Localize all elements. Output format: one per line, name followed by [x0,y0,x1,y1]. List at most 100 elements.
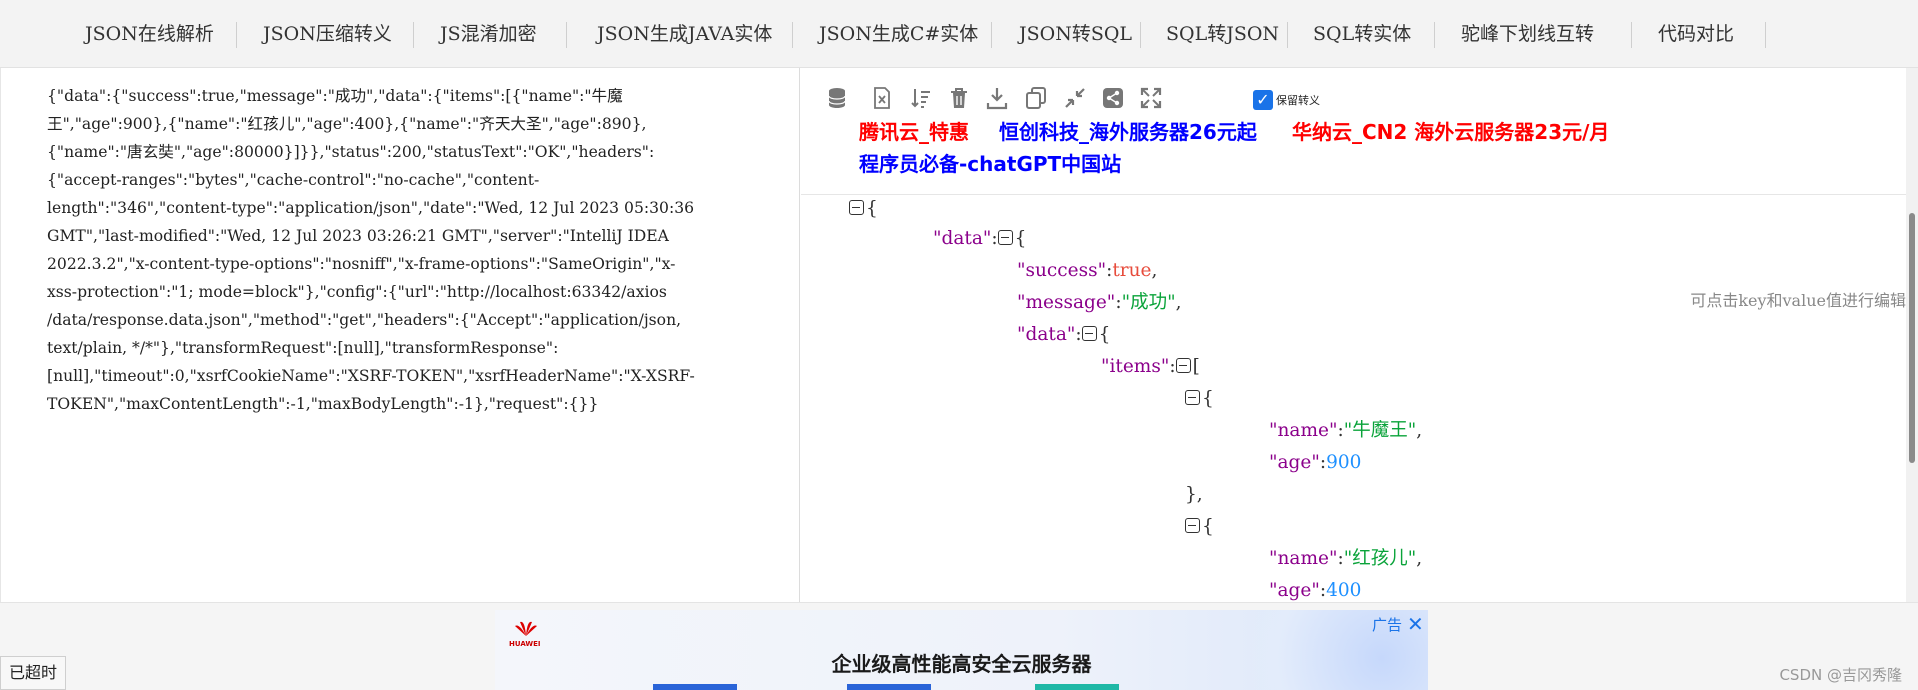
json-input-panel[interactable]: {"data":{"success":true,"message":"成功","… [0,68,800,602]
json-value[interactable]: 400 [1326,580,1361,601]
json-key[interactable]: "name" [1269,420,1337,441]
nav-separator [566,22,567,48]
json-value[interactable]: "牛魔王" [1344,420,1417,441]
banner-headline: 企业级高性能高安全云服务器 [831,652,1092,676]
keep-escape-checkbox[interactable]: ✓ 保留转义 [1253,90,1320,110]
nav-separator [1631,22,1632,48]
top-nav: JSON在线解析 JSON压缩转义 JS混淆加密 JSON生成JAVA实体 JS… [0,0,1918,68]
collapse-toggle-icon[interactable] [1081,326,1097,341]
tree-line-age: "age":900 [1269,452,1362,473]
tree-line-age: "age":400 [1269,580,1362,601]
edit-hint: 可点击key和value值进行编辑 [1690,291,1906,310]
share-icon[interactable] [1101,86,1125,110]
nav-separator [792,22,793,48]
checkbox-checked-icon[interactable]: ✓ [1253,90,1273,110]
banner-chip [847,684,931,690]
download-icon[interactable] [985,86,1009,110]
tree-line-items: "items":[ [1101,356,1200,377]
json-input-line: {"data":{"success":true,"message":"成功","… [47,87,623,105]
tree-line-name: "name":"红孩儿", [1269,548,1423,569]
database-icon[interactable] [825,86,849,110]
tree-line-inner-data: "data":{ [1017,324,1111,345]
tree-line-root: { [849,195,878,223]
scrollbar-thumb[interactable] [1909,213,1915,463]
json-key[interactable]: "age" [1269,452,1320,473]
ad-close-icon[interactable]: ✕ [1407,612,1424,636]
json-input-line: xss-protection":"1; mode=block"},"config… [47,283,667,301]
json-input-line: TOKEN","maxContentLength":-1,"maxBodyLen… [47,395,599,413]
json-input-line: {"name":"唐玄奘","age":80000}]}},"status":2… [47,143,655,161]
ad-banner[interactable]: HUAWEI 企业级高性能高安全云服务器 [495,610,1428,690]
json-input-line: 王","age":900},{"name":"红孩儿","age":400},{… [47,115,647,133]
json-key[interactable]: "message" [1017,292,1115,313]
collapse-toggle-icon[interactable] [997,230,1013,245]
nav-separator [236,22,237,48]
json-key[interactable]: "data" [933,228,991,249]
ad-link-huana[interactable]: 华纳云_CN2 海外云服务器23元/月 [1292,116,1609,145]
json-key[interactable]: "age" [1269,580,1320,601]
nav-separator [1765,22,1766,48]
nav-json-to-sql[interactable]: JSON转SQL [1019,0,1132,68]
json-input-line: GMT","last-modified":"Wed, 12 Jul 2023 0… [47,227,669,245]
json-input-line: length":"346","content-type":"applicatio… [47,199,695,217]
collapse-toggle-icon[interactable] [1185,390,1200,405]
nav-js-obfuscate[interactable]: JS混淆加密 [440,0,537,68]
ad-link-hengchuang[interactable]: 恒创科技_海外服务器26元起 [999,116,1257,145]
banner-chip [653,684,737,690]
huawei-brand: HUAWEI [509,640,541,648]
json-input-line: [null],"timeout":0,"xsrfCookieName":"XSR… [47,367,695,385]
json-input-line: text/plain, */*"},"transformRequest":[nu… [47,339,559,357]
json-input-text[interactable]: {"data":{"success":true,"message":"成功","… [47,82,782,418]
tree-line-data: "data":{ [933,228,1027,249]
copy-icon[interactable] [1024,86,1048,110]
sort-icon[interactable] [909,86,933,110]
nav-sql-to-json[interactable]: SQL转JSON [1166,0,1279,68]
tree-line-item-open: { [1185,513,1214,541]
tree-line-success: "success":true, [1017,260,1158,281]
fullscreen-icon[interactable] [1139,86,1163,110]
json-tree-view: { "data":{ "success":true, "message":"成功… [801,194,1918,602]
watermark: CSDN @吉冈秀隆 [1779,666,1902,684]
json-input-line: /data/response.data.json","method":"get"… [47,311,682,329]
scrollbar[interactable] [1906,68,1918,602]
nav-json-to-csharp[interactable]: JSON生成C#实体 [819,0,978,68]
tree-line-item-open: { [1185,385,1214,413]
nav-sql-to-entity[interactable]: SQL转实体 [1313,0,1411,68]
tree-line-item-close: }, [1185,484,1203,505]
json-key[interactable]: "success" [1017,260,1106,281]
excel-export-icon[interactable] [870,86,894,110]
nav-separator [1140,22,1141,48]
json-view-panel: ✓ 保留转义 腾讯云_特惠 恒创科技_海外服务器26元起 华纳云_CN2 海外云… [801,68,1918,602]
huawei-logo-icon [511,618,541,638]
delete-icon[interactable] [947,86,971,110]
nav-separator [1434,22,1435,48]
banner-chip [1035,684,1119,690]
tree-line-name: "name":"牛魔王", [1269,420,1423,441]
json-key[interactable]: "data" [1017,324,1075,345]
json-key[interactable]: "items" [1101,356,1169,377]
nav-json-parse[interactable]: JSON在线解析 [85,0,214,68]
nav-separator [1287,22,1288,48]
nav-json-to-java[interactable]: JSON生成JAVA实体 [597,0,772,68]
collapse-toggle-icon[interactable] [849,200,864,215]
ad-link-tencent[interactable]: 腾讯云_特惠 [859,116,969,145]
json-input-line: {"accept-ranges":"bytes","cache-control"… [47,171,540,189]
status-indicator: 已超时 [0,656,67,690]
json-value[interactable]: 900 [1326,452,1361,473]
ad-label[interactable]: 广告 [1372,614,1402,635]
json-key[interactable]: "name" [1269,548,1337,569]
collapse-toggle-icon[interactable] [1185,518,1200,533]
ad-link-chatgpt[interactable]: 程序员必备-chatGPT中国站 [859,148,1121,177]
nav-separator [413,22,414,48]
json-input-line: 2022.3.2","x-content-type-options":"nosn… [47,255,676,273]
keep-escape-label: 保留转义 [1276,94,1320,107]
compress-icon[interactable] [1063,86,1087,110]
nav-camel-underscore[interactable]: 驼峰下划线互转 [1461,0,1594,68]
nav-code-diff[interactable]: 代码对比 [1658,0,1734,68]
nav-json-compress[interactable]: JSON压缩转义 [263,0,392,68]
collapse-toggle-icon[interactable] [1175,358,1191,373]
json-value[interactable]: "红孩儿" [1344,548,1417,569]
tree-line-message: "message":"成功", [1017,292,1182,313]
json-value[interactable]: "成功" [1122,292,1176,313]
json-value[interactable]: true [1112,260,1151,281]
